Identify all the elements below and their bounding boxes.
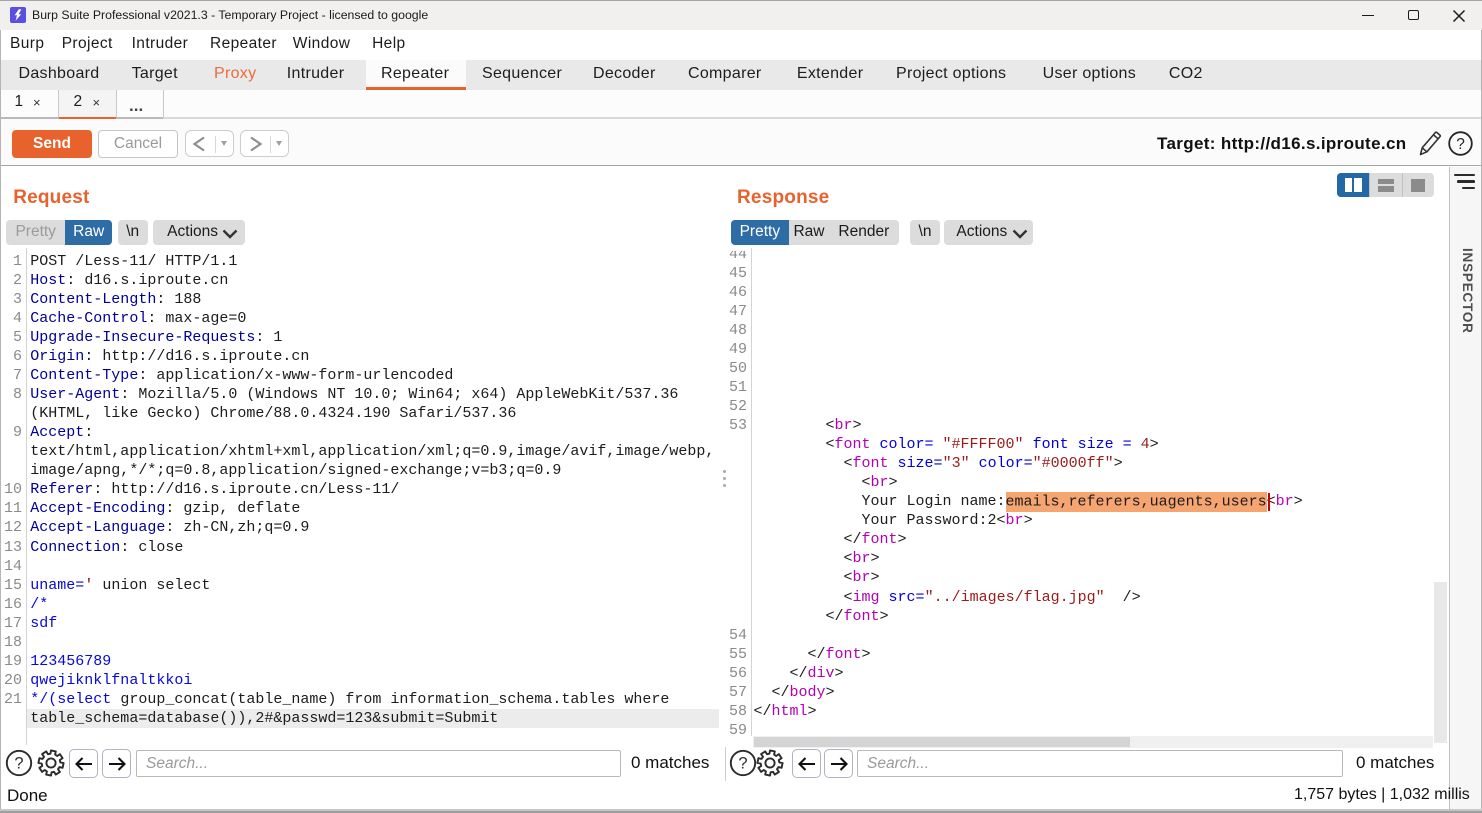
svg-text:?: ? (1456, 136, 1465, 153)
svg-text:?: ? (738, 754, 747, 772)
svg-text:?: ? (14, 754, 23, 772)
